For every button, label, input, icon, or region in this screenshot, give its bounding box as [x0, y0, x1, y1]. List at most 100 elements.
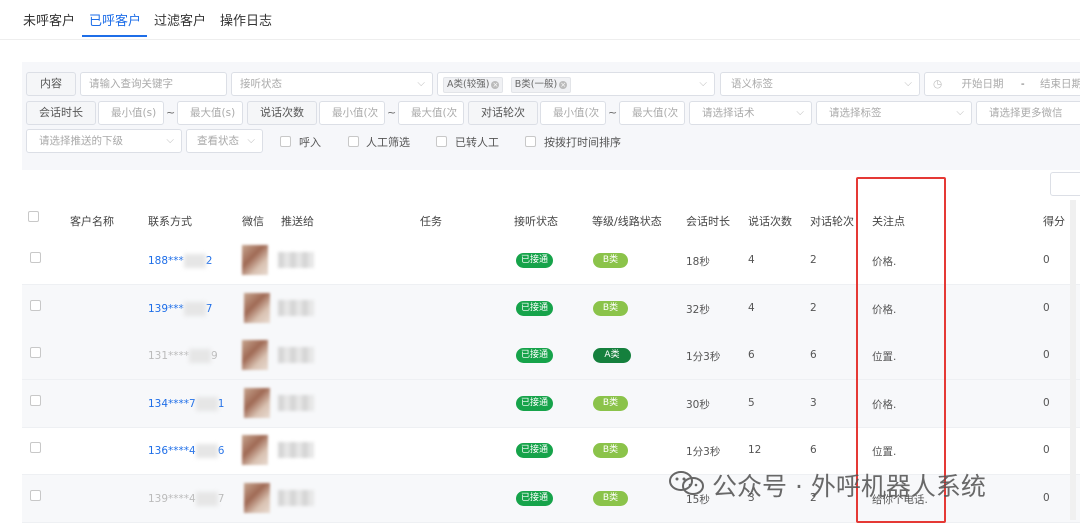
toolbar-button[interactable] [1050, 172, 1080, 196]
sort-by-time-checkbox[interactable] [525, 136, 536, 147]
range-tilde: ~ [166, 106, 176, 119]
duration-label: 会话时长 [26, 101, 96, 125]
contact-phone[interactable]: 188*** 2 [148, 254, 212, 268]
row-checkbox[interactable] [30, 395, 41, 406]
score: 0 [1043, 397, 1050, 409]
tab-called[interactable]: 已呼客户 [89, 10, 141, 29]
manual-filter-label: 人工筛选 [366, 136, 410, 149]
transferred-checkbox[interactable] [436, 136, 447, 147]
watermark-text: 公众号 · 外呼机器人系统 [712, 472, 986, 501]
masked-digits [183, 302, 206, 316]
range-tilde: ~ [387, 106, 397, 119]
answer-state-badge: 已接通 [516, 301, 553, 316]
masked-digits [195, 397, 218, 411]
turn-count: 6 [810, 349, 817, 361]
tab-filtered[interactable]: 过滤客户 [154, 10, 206, 29]
row-checkbox[interactable] [30, 300, 41, 311]
header-pushed-to: 推送给 [281, 215, 314, 228]
wechat-select[interactable]: 请选择更多微信 [976, 101, 1080, 125]
wechat-avatar[interactable] [242, 435, 268, 465]
talk-count-max-input[interactable]: 最大值(次 [398, 101, 464, 125]
turn-count: 2 [810, 302, 817, 314]
answer-state-badge: 已接通 [516, 253, 553, 268]
semantic-tag-select[interactable]: 语义标签 ⌵ [720, 72, 920, 96]
talk-count: 12 [748, 444, 762, 456]
grade-badge: B类 [593, 491, 628, 506]
header-duration: 会话时长 [686, 215, 730, 228]
call-duration: 30秒 [686, 399, 710, 411]
pushed-to-name [278, 252, 314, 268]
keyword-input[interactable]: 请输入查询关键字 [80, 72, 227, 96]
header-customer-name: 客户名称 [70, 215, 114, 228]
wechat-avatar[interactable] [242, 340, 268, 370]
wechat-icon [669, 471, 704, 495]
chevron-down-icon: ⌵ [417, 78, 425, 89]
grade-multiselect[interactable]: A类(较强) × B类(一般) × ⌵ [437, 72, 715, 96]
score: 0 [1043, 302, 1050, 314]
script-select[interactable]: 请选择话术 ⌵ [689, 101, 812, 125]
wechat-avatar[interactable] [244, 483, 270, 513]
contact-phone[interactable]: 139*** 7 [148, 302, 212, 316]
talk-count: 4 [748, 302, 755, 314]
view-state-select[interactable]: 查看状态 ⌵ [186, 129, 263, 153]
answer-state-badge: 已接通 [516, 491, 553, 506]
tab-bar: 未呼客户 已呼客户 过滤客户 操作日志 [0, 0, 1080, 40]
answer-state-badge: 已接通 [516, 396, 553, 411]
turn-count: 6 [810, 444, 817, 456]
header-wechat: 微信 [242, 215, 264, 228]
header-grade: 等级/线路状态 [592, 215, 662, 228]
row-checkbox[interactable] [30, 442, 41, 453]
manual-filter-checkbox[interactable] [348, 136, 359, 147]
contact-phone[interactable]: 139****4 7 [148, 492, 224, 506]
duration-min-input[interactable]: 最小值(s) [98, 101, 164, 125]
masked-digits [183, 254, 206, 268]
grade-badge: B类 [593, 253, 628, 268]
talk-count-min-input[interactable]: 最小值(次 [319, 101, 385, 125]
masked-digits [189, 349, 212, 363]
vertical-scrollbar[interactable] [1070, 200, 1076, 520]
turns-min-input[interactable]: 最小值(次 [540, 101, 606, 125]
turns-label: 对话轮次 [468, 101, 538, 125]
turns-max-input[interactable]: 最大值(次 [619, 101, 685, 125]
end-date[interactable]: 结束日期 [1040, 78, 1080, 90]
turn-count: 3 [810, 397, 817, 409]
chevron-down-icon: ⌵ [166, 135, 174, 146]
wechat-avatar[interactable] [244, 388, 270, 418]
grade-badge: B类 [593, 396, 628, 411]
row-checkbox[interactable] [30, 490, 41, 501]
duration-max-input[interactable]: 最大值(s) [177, 101, 243, 125]
start-date[interactable]: 开始日期 [962, 78, 1004, 90]
date-range-picker[interactable]: ◷ 开始日期 - 结束日期 [924, 72, 1080, 96]
row-checkbox[interactable] [30, 252, 41, 263]
wechat-avatar[interactable] [242, 245, 268, 275]
score: 0 [1043, 444, 1050, 456]
chevron-down-icon: ⌵ [247, 135, 255, 146]
inbound-checkbox[interactable] [280, 136, 291, 147]
close-icon[interactable]: × [559, 81, 568, 89]
tab-uncalled[interactable]: 未呼客户 [23, 10, 75, 29]
push-sub-select[interactable]: 请选择推送的下级 ⌵ [26, 129, 182, 153]
grade-tag-b[interactable]: B类(一般) × [510, 77, 572, 93]
call-duration: 1分3秒 [686, 351, 721, 363]
row-checkbox[interactable] [30, 347, 41, 358]
pushed-to-name [278, 395, 314, 411]
grade-badge: B类 [593, 443, 628, 458]
contact-phone[interactable]: 134****7 1 [148, 397, 224, 411]
contact-phone[interactable]: 136****4 6 [148, 444, 224, 458]
contact-phone[interactable]: 131**** 9 [148, 349, 218, 363]
tab-operation-log[interactable]: 操作日志 [220, 10, 272, 29]
tag-select[interactable]: 请选择标签 ⌵ [816, 101, 972, 125]
talk-count: 4 [748, 254, 755, 266]
answer-state-select[interactable]: 接听状态 ⌵ [231, 72, 433, 96]
inbound-label: 呼入 [299, 136, 321, 149]
grade-tag-a[interactable]: A类(较强) × [443, 77, 504, 93]
header-talk-count: 说话次数 [748, 215, 792, 228]
wechat-avatar[interactable] [244, 293, 270, 323]
close-icon[interactable]: × [491, 81, 500, 89]
content-label: 内容 [26, 72, 76, 96]
chevron-down-icon: ⌵ [956, 107, 964, 118]
header-contact: 联系方式 [148, 215, 192, 228]
date-separator: - [1020, 78, 1025, 90]
talk-count: 5 [748, 397, 755, 409]
select-all-checkbox[interactable] [28, 211, 39, 222]
